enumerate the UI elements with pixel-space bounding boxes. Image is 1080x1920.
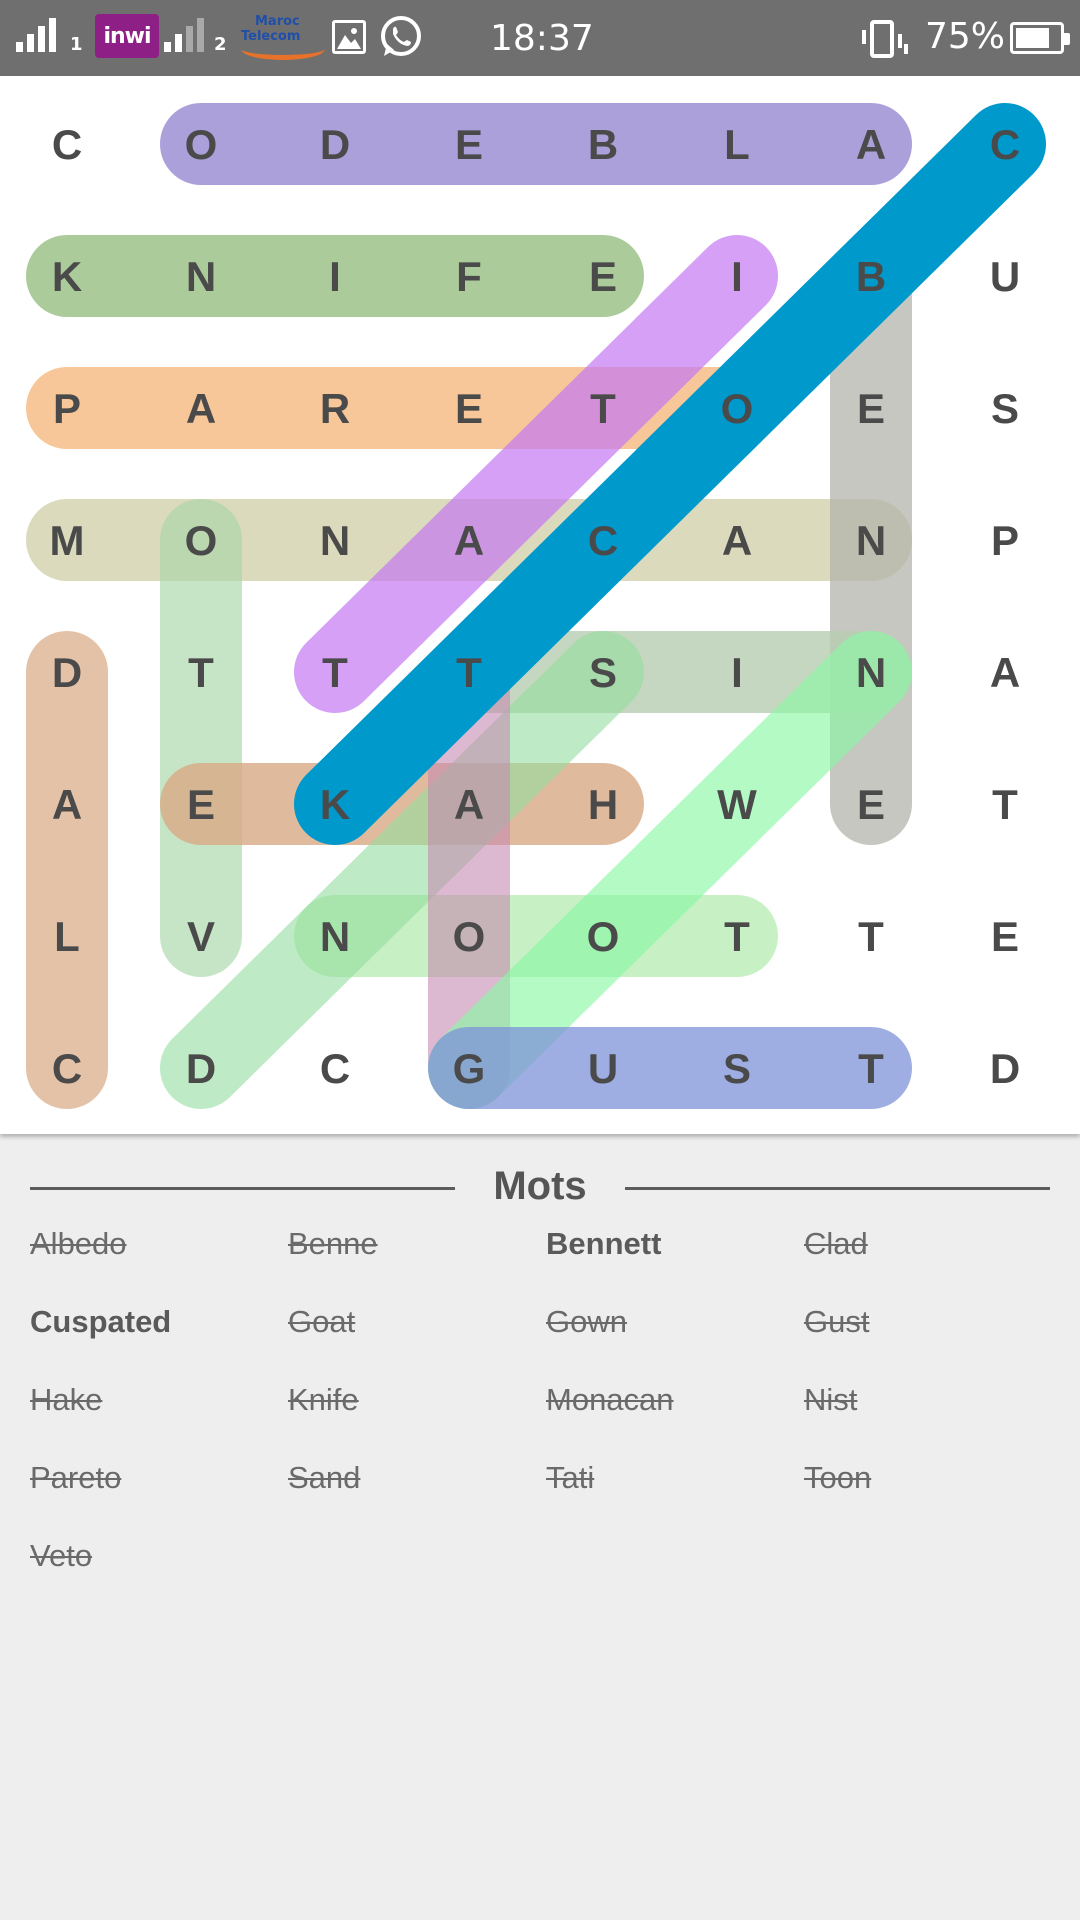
grid-cell-r2-c6[interactable]: E	[857, 385, 885, 432]
grid-cell-r7-c3[interactable]: G	[453, 1045, 486, 1092]
battery-icon	[1010, 22, 1070, 54]
grid-cell-r1-c7[interactable]: U	[990, 253, 1020, 300]
grid-cell-r1-c2[interactable]: I	[329, 253, 341, 300]
grid-cell-r7-c5[interactable]: S	[723, 1045, 751, 1092]
grid-cell-r7-c2[interactable]: C	[320, 1045, 350, 1092]
word-albedo: Albedo	[30, 1226, 127, 1261]
grid-cell-r4-c4[interactable]: S	[589, 649, 617, 696]
grid-cell-r6-c0[interactable]: L	[54, 913, 80, 960]
grid-cell-r5-c2[interactable]: K	[320, 781, 350, 828]
grid-cell-r2-c1[interactable]: A	[186, 385, 216, 432]
grid-cell-r1-c5[interactable]: I	[731, 253, 743, 300]
grid-cell-r6-c3[interactable]: O	[453, 913, 486, 960]
grid-cell-r5-c7[interactable]: T	[992, 781, 1018, 828]
grid-cell-r1-c3[interactable]: F	[456, 253, 482, 300]
whatsapp-icon	[378, 14, 424, 60]
grid-cell-r4-c3[interactable]: T	[456, 649, 482, 696]
grid-cell-r2-c2[interactable]: R	[320, 385, 350, 432]
vibrate-icon	[858, 18, 910, 60]
word-goat: Goat	[288, 1304, 356, 1339]
grid-cell-r5-c3[interactable]: A	[454, 781, 484, 828]
grid-cell-r6-c5[interactable]: T	[724, 913, 750, 960]
grid-cell-r0-c0[interactable]: C	[52, 121, 82, 168]
grid-cell-r3-c3[interactable]: A	[454, 517, 484, 564]
grid-cell-r6-c7[interactable]: E	[991, 913, 1019, 960]
operator2-logo: Maroc Telecom	[235, 14, 325, 62]
grid-cell-r3-c1[interactable]: O	[185, 517, 218, 564]
grid-cell-r1-c0[interactable]: K	[52, 253, 82, 300]
word-knife: Knife	[288, 1382, 359, 1417]
divider-right	[625, 1187, 1050, 1190]
word-grid[interactable]: C O D E B L A C K N I F E I B U P A R E T O E S M O N A C A N P D T T T S I N A…	[0, 76, 1080, 1134]
sim1-label: 1	[70, 34, 83, 55]
grid-cell-r4-c6[interactable]: N	[856, 649, 886, 696]
grid-cell-r7-c0[interactable]: C	[52, 1045, 82, 1092]
grid-cell-r7-c4[interactable]: U	[588, 1045, 618, 1092]
grid-cell-r3-c5[interactable]: A	[722, 517, 752, 564]
status-bar: 1 inwi 2 Maroc Telecom 18:37 75%	[0, 0, 1080, 76]
grid-cell-r2-c4[interactable]: T	[590, 385, 616, 432]
word-tati: Tati	[546, 1460, 595, 1495]
word-gown: Gown	[546, 1304, 627, 1339]
operator1-logo: inwi	[95, 14, 159, 58]
grid-cell-r1-c1[interactable]: N	[186, 253, 216, 300]
grid-cell-r2-c7[interactable]: S	[991, 385, 1019, 432]
words-header: Mots	[30, 1162, 1050, 1222]
grid-cell-r3-c6[interactable]: N	[856, 517, 886, 564]
grid-cell-r5-c1[interactable]: E	[187, 781, 215, 828]
operator2-line1: Maroc	[255, 14, 300, 29]
grid-cell-r1-c4[interactable]: E	[589, 253, 617, 300]
grid-cell-r5-c4[interactable]: H	[588, 781, 618, 828]
word-veto: Veto	[30, 1538, 93, 1573]
battery-percent: 75%	[925, 16, 1006, 57]
grid-cell-r0-c3[interactable]: E	[455, 121, 483, 168]
grid-cell-r3-c2[interactable]: N	[320, 517, 350, 564]
grid-cell-r1-c6[interactable]: B	[856, 253, 886, 300]
grid-cell-r0-c4[interactable]: B	[588, 121, 618, 168]
grid-cell-r4-c2[interactable]: T	[322, 649, 348, 696]
word-clad: Clad	[804, 1226, 868, 1261]
word-bennett: Bennett	[546, 1226, 662, 1261]
grid-cell-r3-c4[interactable]: C	[588, 517, 618, 564]
word-sand: Sand	[288, 1460, 361, 1495]
grid-cell-r4-c7[interactable]: A	[990, 649, 1020, 696]
word-toon: Toon	[804, 1460, 872, 1495]
grid-cell-r4-c0[interactable]: D	[52, 649, 82, 696]
word-nist: Nist	[804, 1382, 858, 1417]
signal-icon	[164, 0, 210, 76]
grid-cell-r0-c6[interactable]: A	[856, 121, 886, 168]
word-monacan: Monacan	[546, 1382, 674, 1417]
grid-cell-r6-c2[interactable]: N	[320, 913, 350, 960]
grid-cell-r7-c7[interactable]: D	[990, 1045, 1020, 1092]
grid-cell-r3-c0[interactable]: M	[50, 517, 85, 564]
grid-cell-r7-c6[interactable]: T	[858, 1045, 884, 1092]
grid-cell-r5-c0[interactable]: A	[52, 781, 82, 828]
grid-cell-r2-c0[interactable]: P	[53, 385, 81, 432]
grid-cell-r5-c6[interactable]: E	[857, 781, 885, 828]
grid-cell-r6-c6[interactable]: T	[858, 913, 884, 960]
word-pareto: Pareto	[30, 1460, 122, 1495]
word-benne: Benne	[288, 1226, 378, 1261]
grid-cell-r0-c2[interactable]: D	[320, 121, 350, 168]
signal-icon	[16, 0, 62, 76]
grid-cell-r4-c1[interactable]: T	[188, 649, 214, 696]
grid-cell-r2-c3[interactable]: E	[455, 385, 483, 432]
word-gust: Gust	[804, 1304, 870, 1339]
grid-cell-r4-c5[interactable]: I	[731, 649, 743, 696]
status-time: 18:37	[490, 18, 594, 59]
grid-cell-r5-c5[interactable]: W	[717, 781, 757, 828]
grid-cell-r6-c1[interactable]: V	[187, 913, 215, 960]
grid-cell-r3-c7[interactable]: P	[991, 517, 1019, 564]
grid-cell-r6-c4[interactable]: O	[587, 913, 620, 960]
grid-cell-r7-c1[interactable]: D	[186, 1045, 216, 1092]
grid-cell-r0-c1[interactable]: O	[185, 121, 218, 168]
grid-cell-r0-c5[interactable]: L	[724, 121, 750, 168]
word-cuspated: Cuspated	[30, 1304, 172, 1339]
word-hake: Hake	[30, 1382, 103, 1417]
gallery-icon	[332, 20, 366, 54]
grid-cell-r2-c5[interactable]: O	[721, 385, 754, 432]
grid-cell-r0-c7[interactable]: C	[990, 121, 1020, 168]
sim2-label: 2	[214, 34, 227, 55]
